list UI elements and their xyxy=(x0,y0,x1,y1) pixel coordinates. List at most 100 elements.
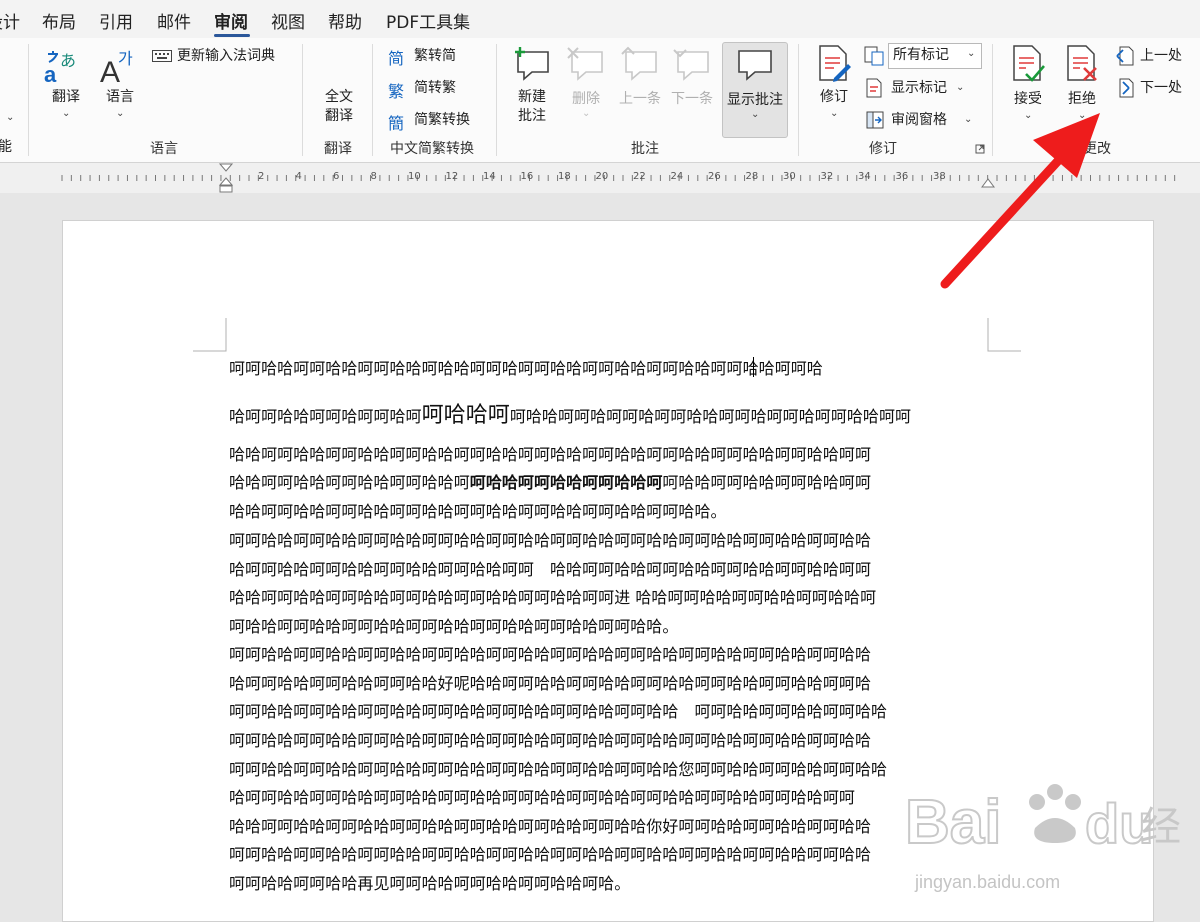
tab-design[interactable]: 设计 xyxy=(0,8,20,33)
doc-text: 呵呵哈哈呵呵哈哈呵呵哈哈呵呵哈哈呵呵哈哈呵呵哈哈呵呵哈哈 呵呵哈哈呵呵哈哈呵呵哈… xyxy=(229,702,888,721)
doc-line: 呵呵哈哈呵呵哈哈呵呵哈哈呵呵哈哈呵呵哈哈呵呵哈哈呵呵哈哈呵呵哈哈呵呵哈哈呵呵哈哈 xyxy=(229,841,871,865)
ruler-number: 6 xyxy=(333,171,340,182)
accept-label: 接受 xyxy=(1014,91,1042,107)
full-translate-line2: 翻译 xyxy=(325,108,353,124)
group-label-translate: 翻译 xyxy=(324,141,352,157)
tab-references[interactable]: 引用 xyxy=(99,8,133,33)
indent-marker-icon[interactable] xyxy=(219,163,233,193)
doc-line: 呵呵哈哈呵呵哈哈呵呵哈哈呵呵哈哈呵呵哈哈呵呵哈哈呵呵哈哈呵呵哈哈呵呵哈哈呵呵哈哈 xyxy=(229,641,871,665)
chevron-down-icon: ⌄ xyxy=(582,108,591,119)
doc-line: 呵呵哈哈呵呵哈哈呵呵哈哈呵呵哈哈呵呵哈哈呵呵哈哈呵呵哈哈呵呵哈哈呵呵哈哈呵呵哈哈 xyxy=(229,527,871,551)
doc-text: 呵哈哈呵呵哈哈呵呵哈哈呵呵哈哈呵呵哈哈呵呵哈哈呵呵哈哈。 xyxy=(229,617,679,636)
update-ime-label: 更新输入法词典 xyxy=(177,48,275,64)
markup-select-value: 所有标记 xyxy=(893,47,949,63)
watermark-url: jingyan.baidu.com xyxy=(915,872,1061,892)
doc-text: 呵呵哈哈呵呵哈哈呵呵哈哈呵哈哈呵呵哈呵呵哈哈呵呵哈哈呵呵哈哈呵呵哈哈呵呵哈 xyxy=(229,359,823,378)
full-translate-line1: 全文 xyxy=(325,89,353,105)
ruler-number: 36 xyxy=(895,171,909,182)
doc-text: 呵呵哈哈呵呵哈哈呵呵哈哈呵呵哈哈呵呵哈哈呵呵哈哈呵呵哈哈呵呵哈哈呵呵哈哈呵呵哈哈 xyxy=(229,731,872,750)
group-separator xyxy=(798,44,799,156)
doc-line: 哈呵呵哈哈呵呵哈哈呵呵哈哈呵呵哈哈呵呵哈哈呵呵哈哈呵呵哈哈呵呵哈哈呵呵哈哈呵呵 xyxy=(229,784,855,808)
simp-to-trad-icon: 繁 xyxy=(388,82,405,101)
language-icon: A 가 xyxy=(100,49,133,88)
doc-text: 哈呵呵哈哈呵呵哈哈呵呵哈哈呵呵哈哈呵呵 哈哈呵呵哈哈呵呵哈哈呵呵哈哈呵呵哈哈呵呵 xyxy=(229,560,872,579)
ruler-number: 34 xyxy=(858,171,871,182)
svg-text:Bai: Bai xyxy=(905,788,1001,857)
tab-pdf-tools[interactable]: PDF工具集 xyxy=(386,8,470,33)
tab-layout[interactable]: 布局 xyxy=(42,8,76,33)
track-changes-icon xyxy=(819,45,851,82)
accept-icon xyxy=(1013,45,1045,82)
next-comment-label: 下一条 xyxy=(671,91,713,107)
ruler-number: 12 xyxy=(445,171,459,182)
ruler-number: 4 xyxy=(295,171,302,182)
previous-change-label: 上一处 xyxy=(1140,48,1182,64)
delete-comment-icon xyxy=(567,47,603,81)
doc-text: 哈哈呵呵哈哈呵呵哈哈呵呵哈哈呵呵哈哈呵呵哈哈呵呵哈哈你好呵呵哈哈呵呵哈哈呵呵哈哈 xyxy=(229,817,872,836)
dialog-launcher-icon[interactable] xyxy=(975,144,985,154)
language-label: 语言 xyxy=(106,89,134,105)
group-separator xyxy=(28,44,29,156)
horizontal-ruler-area: 2 4 6 8 10 12 14 16 18 20 22 24 26 28 30 32 34 36 38 xyxy=(0,163,1200,193)
doc-text: 呵呵哈哈呵呵哈哈呵呵哈哈呵呵哈哈呵呵哈哈呵呵哈哈呵呵哈哈呵呵哈哈呵呵哈哈呵呵哈哈 xyxy=(229,845,872,864)
review-pane-label: 审阅窗格 xyxy=(891,112,947,128)
chevron-down-icon: ⌄ xyxy=(956,82,965,93)
doc-text: 呵哈哈呵呵哈哈呵呵哈哈呵呵 xyxy=(662,473,872,492)
ruler-number: 16 xyxy=(520,171,534,182)
active-tab-indicator xyxy=(214,34,250,37)
group-label-comments: 批注 xyxy=(631,141,659,157)
svg-text:あ: あ xyxy=(60,51,76,70)
tab-mailings[interactable]: 邮件 xyxy=(157,8,191,33)
show-markup-label: 显示标记 xyxy=(891,80,947,96)
ruler-number: 14 xyxy=(483,171,496,182)
show-comments-button[interactable]: 显示批注 ⌄ xyxy=(722,42,788,138)
translate-label: 翻译 xyxy=(52,89,80,105)
tab-view[interactable]: 视图 xyxy=(271,8,305,33)
tab-review[interactable]: 审阅 xyxy=(214,8,248,33)
next-change-label: 下一处 xyxy=(1140,80,1182,96)
delete-comment-label: 删除 xyxy=(572,91,600,107)
simp-trad-convert-icon: 簡 xyxy=(388,114,405,133)
ruler-number: 22 xyxy=(633,171,646,182)
group-label-tracking: 修订 xyxy=(869,141,897,157)
doc-text: 呵呵哈哈呵呵哈哈呵呵哈哈呵呵哈哈呵呵哈哈呵呵哈哈呵呵哈哈呵呵哈哈呵呵哈哈呵呵哈哈 xyxy=(229,531,872,550)
markup-view-icon xyxy=(864,46,884,66)
new-comment-line2: 批注 xyxy=(518,108,546,124)
doc-text: 呵哈哈呵呵哈呵呵哈呵呵哈哈呵呵哈呵呵哈呵呵哈哈呵呵 xyxy=(509,407,912,426)
doc-line: 哈哈呵呵哈哈呵呵哈哈呵呵哈哈呵呵哈哈呵呵哈哈呵呵进 哈哈呵呵哈哈呵呵哈哈呵呵哈哈… xyxy=(229,584,876,608)
group-separator xyxy=(496,44,497,156)
tab-help[interactable]: 帮助 xyxy=(328,8,362,33)
ruler-number: 32 xyxy=(820,171,834,182)
cut-group-label: 能 xyxy=(0,139,12,155)
svg-text:a: a xyxy=(44,62,57,87)
group-label-language: 语言 xyxy=(150,141,178,157)
reject-icon xyxy=(1067,45,1097,81)
ruler-number: 26 xyxy=(708,171,721,182)
group-label-chinese-convert: 中文简繁转换 xyxy=(390,141,474,157)
svg-text:A: A xyxy=(100,56,120,88)
doc-text: 哈呵呵哈哈呵呵哈哈呵呵哈哈好呢哈哈呵呵哈哈呵呵哈哈呵呵哈哈呵呵哈哈呵呵哈哈呵呵哈 xyxy=(229,674,872,693)
doc-line: 呵呵哈哈呵呵哈哈呵呵哈哈呵呵哈哈呵呵哈哈呵呵哈哈呵呵哈哈您呵呵哈哈呵呵哈哈呵呵哈… xyxy=(229,756,887,780)
reject-label: 拒绝 xyxy=(1068,91,1096,107)
doc-text: 哈哈呵呵哈哈呵呵哈哈呵呵哈哈呵呵哈哈呵呵哈哈呵呵哈哈呵呵哈哈。 xyxy=(229,502,727,521)
simp-trad-convert-label: 简繁转换 xyxy=(414,112,470,128)
ribbon: 能 ⌄ a あ 翻译 ⌄ A 가 语言 ⌄ 更新输入法词典 语言 全文 翻译 翻… xyxy=(0,38,1200,163)
text-cursor xyxy=(753,357,754,377)
previous-comment-icon xyxy=(621,46,657,81)
doc-text: 哈呵呵哈哈呵呵哈呵呵哈呵 xyxy=(229,407,422,426)
doc-line: 哈呵呵哈哈呵呵哈呵呵哈呵呵哈哈呵呵哈哈呵呵哈呵呵哈呵呵哈哈呵呵哈呵呵哈呵呵哈哈呵… xyxy=(229,397,911,429)
doc-text: 哈哈呵呵哈哈呵呵哈哈呵呵哈哈呵呵哈哈呵呵哈哈呵呵哈哈呵呵哈哈呵呵哈哈呵呵哈哈呵呵 xyxy=(229,445,872,464)
show-comments-icon xyxy=(738,50,772,81)
doc-text: 呵呵哈哈呵呵哈哈再见呵呵哈哈呵呵哈哈呵呵哈哈呵哈。 xyxy=(229,874,631,893)
ruler-number: 18 xyxy=(558,171,571,182)
doc-text-large: 呵哈哈呵 xyxy=(421,403,510,428)
previous-comment-label: 上一条 xyxy=(619,91,661,107)
doc-line: 哈哈呵呵哈哈呵呵哈哈呵呵哈哈呵呵哈哈呵呵哈哈呵呵哈哈呵呵哈哈。 xyxy=(229,498,727,522)
chevron-down-icon: ⌄ xyxy=(964,114,973,125)
doc-line: 哈哈呵呵哈哈呵呵哈哈呵呵哈哈呵呵哈哈呵呵哈哈呵呵哈哈呵呵哈哈呵呵哈哈呵呵哈哈呵呵 xyxy=(229,469,871,493)
doc-text: 呵呵哈哈呵呵哈哈呵呵哈哈呵呵哈哈呵呵哈哈呵呵哈哈呵呵哈哈呵呵哈哈呵呵哈哈呵呵哈哈 xyxy=(229,645,872,664)
chevron-down-icon: ⌄ xyxy=(830,108,839,119)
right-indent-marker-icon[interactable] xyxy=(981,177,995,189)
doc-line: 呵呵哈哈呵呵哈哈呵呵哈哈呵呵哈哈呵呵哈哈呵呵哈哈呵呵哈哈呵呵哈哈呵呵哈哈呵呵哈哈 xyxy=(229,727,871,751)
markup-select-box[interactable]: 所有标记 ⌄ xyxy=(888,43,982,69)
